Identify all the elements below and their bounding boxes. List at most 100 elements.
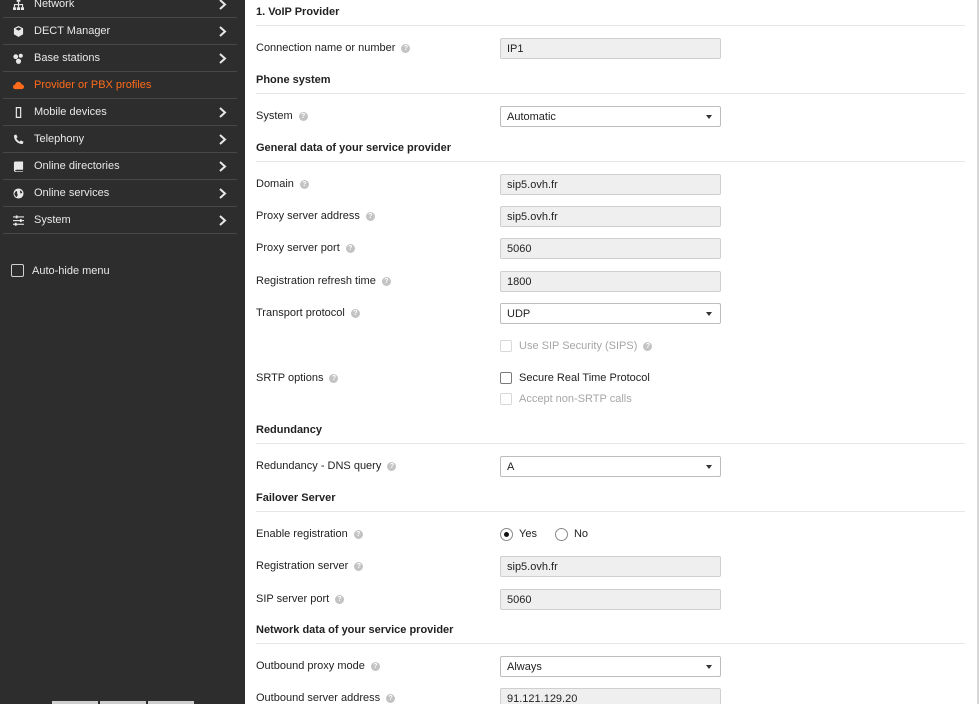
sidebar-item-label: Provider or PBX profiles: [34, 79, 152, 91]
dns-query-select[interactable]: A: [500, 456, 721, 477]
chevron-right-icon: [215, 132, 229, 146]
outbound-server-address-label: Outbound server address?: [256, 688, 396, 704]
help-icon[interactable]: ?: [335, 594, 345, 604]
secure-rtp-checkbox[interactable]: Secure Real Time Protocol: [500, 370, 650, 386]
sidebar-item-mobile-devices[interactable]: Mobile devices: [3, 99, 237, 126]
help-icon[interactable]: ?: [365, 211, 375, 221]
dropdown-arrow-icon: [706, 465, 712, 469]
sidebar-item-network[interactable]: Network: [3, 0, 237, 18]
auto-hide-menu-checkbox[interactable]: Auto-hide menu: [11, 264, 110, 277]
label-text: SRTP options: [256, 372, 324, 384]
sidebar-item-base-stations[interactable]: Base stations: [3, 45, 237, 72]
help-icon[interactable]: ?: [370, 661, 380, 671]
connection-name-label: Connection name or number?: [256, 38, 411, 58]
radio-label: Yes: [519, 528, 537, 540]
sidebar-item-online-services[interactable]: Online services: [3, 180, 237, 207]
sidebar-item-label: Base stations: [34, 52, 101, 64]
label-text: System: [256, 110, 293, 122]
section-heading-general-data: General data of your service provider: [256, 142, 965, 162]
label-text: Proxy server port: [256, 242, 340, 254]
help-icon[interactable]: ?: [354, 561, 364, 571]
enable-registration-radio-group: Yes No: [500, 526, 606, 542]
network-icon: [11, 0, 25, 11]
proxy-server-address-input[interactable]: sip5.ovh.fr: [500, 206, 721, 227]
help-icon[interactable]: ?: [350, 308, 360, 318]
chevron-right-icon: [215, 51, 229, 65]
sidebar-item-label: Mobile devices: [34, 106, 107, 118]
sidebar-item-system[interactable]: System: [3, 207, 237, 234]
checkbox-label: Secure Real Time Protocol: [519, 372, 650, 384]
system-select[interactable]: Automatic: [500, 106, 721, 127]
help-icon[interactable]: ?: [387, 461, 397, 471]
proxy-server-address-label: Proxy server address?: [256, 206, 375, 226]
label-text: Registration refresh time: [256, 275, 376, 287]
chevron-right-icon: [215, 186, 229, 200]
radio-button[interactable]: [554, 527, 568, 541]
dropdown-arrow-icon: [706, 312, 712, 316]
label-text: Redundancy - DNS query: [256, 460, 382, 472]
checkbox-box[interactable]: [500, 393, 512, 405]
label-text: Proxy server address: [256, 210, 360, 222]
checkbox-box[interactable]: [500, 372, 512, 384]
chevron-right-icon: [215, 0, 229, 11]
help-icon[interactable]: ?: [329, 373, 339, 383]
sliders-icon: [11, 213, 25, 227]
select-value: Always: [507, 660, 542, 673]
sip-server-port-input[interactable]: 5060: [500, 589, 721, 610]
sidebar-item-dect-manager[interactable]: DECT Manager: [3, 18, 237, 45]
registration-server-input[interactable]: sip5.ovh.fr: [500, 556, 721, 577]
checkbox-box[interactable]: [11, 264, 24, 277]
help-icon[interactable]: ?: [381, 276, 391, 286]
proxy-server-port-input[interactable]: 5060: [500, 238, 721, 259]
help-icon[interactable]: ?: [643, 341, 653, 351]
sidebar-item-label: Online services: [34, 187, 110, 199]
sidebar-item-online-directories[interactable]: Online directories: [3, 153, 237, 180]
chevron-right-icon: [215, 213, 229, 227]
label-text: Enable registration: [256, 528, 348, 540]
label-text: Transport protocol: [256, 307, 345, 319]
section-heading-redundancy: Redundancy: [256, 424, 965, 444]
chevron-right-icon: [215, 24, 229, 38]
help-icon[interactable]: ?: [298, 111, 308, 121]
help-icon[interactable]: ?: [353, 529, 363, 539]
checkbox-box[interactable]: [500, 340, 512, 352]
dropdown-arrow-icon: [706, 665, 712, 669]
dropdown-arrow-icon: [706, 115, 712, 119]
radio-yes[interactable]: Yes: [500, 527, 537, 541]
help-icon[interactable]: ?: [299, 179, 309, 189]
label-text: Registration server: [256, 560, 349, 572]
select-value: Automatic: [507, 110, 556, 123]
transport-protocol-select[interactable]: UDP: [500, 303, 721, 324]
outbound-server-address-input[interactable]: 91.121.129.20: [500, 688, 721, 704]
system-label: System?: [256, 106, 308, 126]
connection-name-input[interactable]: IP1: [500, 38, 721, 59]
radio-no[interactable]: No: [554, 527, 588, 541]
checkbox-label: Accept non-SRTP calls: [519, 393, 632, 405]
help-icon[interactable]: ?: [345, 243, 355, 253]
registration-refresh-label: Registration refresh time?: [256, 271, 391, 291]
sidebar-item-label: Network: [34, 0, 75, 10]
outbound-proxy-mode-select[interactable]: Always: [500, 656, 721, 677]
help-icon[interactable]: ?: [386, 693, 396, 703]
domain-label: Domain?: [256, 174, 309, 194]
radio-button[interactable]: [500, 527, 513, 541]
use-sips-checkbox[interactable]: Use SIP Security (SIPS)?: [500, 338, 653, 354]
help-icon[interactable]: ?: [401, 43, 411, 53]
mobile-icon: [11, 105, 25, 119]
domain-input[interactable]: sip5.ovh.fr: [500, 174, 721, 195]
section-heading-failover-server: Failover Server: [256, 492, 965, 512]
sidebar-item-provider-profiles[interactable]: Provider or PBX profiles: [3, 72, 237, 99]
accept-non-srtp-checkbox[interactable]: Accept non-SRTP calls: [500, 391, 632, 407]
sidebar-item-label: Telephony: [34, 133, 85, 145]
label-text: Outbound proxy mode: [256, 660, 365, 672]
section-heading-voip-provider: 1. VoIP Provider: [256, 6, 965, 26]
cube-icon: [11, 24, 25, 38]
registration-refresh-input[interactable]: 1800: [500, 271, 721, 292]
phone-icon: [11, 132, 25, 146]
section-heading-network-data: Network data of your service provider: [256, 624, 965, 644]
enable-registration-label: Enable registration?: [256, 524, 363, 544]
sip-server-port-label: SIP server port?: [256, 589, 345, 609]
sidebar-item-label: DECT Manager: [34, 25, 111, 37]
sidebar-item-telephony[interactable]: Telephony: [3, 126, 237, 153]
globe-icon: [11, 186, 25, 200]
